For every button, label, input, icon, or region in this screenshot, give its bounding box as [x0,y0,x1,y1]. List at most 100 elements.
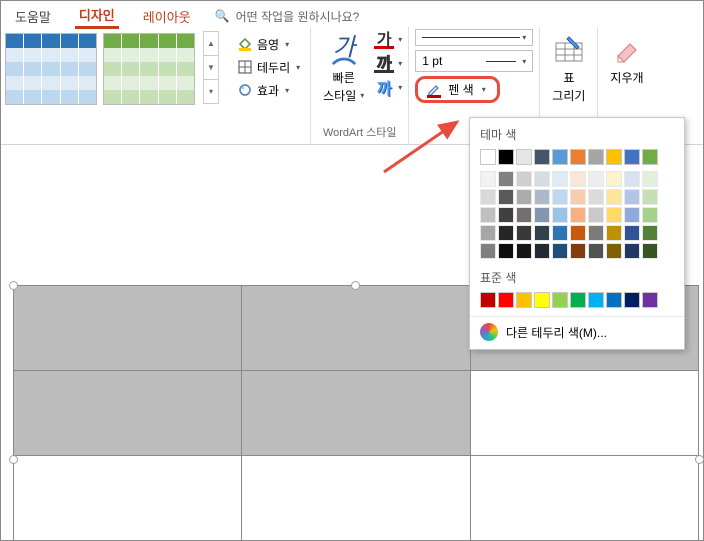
color-swatch[interactable] [516,207,532,223]
color-swatch[interactable] [534,149,550,165]
color-swatch[interactable] [624,225,640,241]
group-label-wordart: WordArt 스타일 [317,122,402,142]
border-button[interactable]: 테두리 ▾ [233,57,304,78]
gallery-more[interactable]: ▾ [203,79,219,104]
draw-table-button[interactable]: 표 그리기 [546,29,591,104]
gallery-down[interactable]: ▼ [203,55,219,80]
color-swatch[interactable] [552,171,568,187]
color-swatch[interactable] [588,189,604,205]
color-swatch[interactable] [624,292,640,308]
color-swatch[interactable] [552,243,568,259]
color-swatch[interactable] [480,207,496,223]
shading-button[interactable]: 음영 ▾ [233,34,304,55]
pen-style-select[interactable]: ▾ [415,29,533,46]
selection-handle[interactable] [351,281,360,290]
color-swatch[interactable] [642,243,658,259]
color-swatch[interactable] [552,207,568,223]
bucket-icon [237,36,253,52]
text-outline-icon: 까 [374,53,394,73]
table-style-thumb-2[interactable] [103,33,195,105]
eraser-button[interactable]: 지우개 [604,29,649,87]
color-swatch[interactable] [606,243,622,259]
color-swatch[interactable] [642,149,658,165]
more-colors-button[interactable]: 다른 테두리 색(M)... [470,316,684,345]
color-swatch[interactable] [606,225,622,241]
color-swatch[interactable] [480,225,496,241]
color-swatch[interactable] [480,243,496,259]
color-swatch[interactable] [588,225,604,241]
color-swatch[interactable] [480,149,496,165]
pen-color-button[interactable]: 펜 색 ▾ [415,76,500,103]
color-swatch[interactable] [642,171,658,187]
color-swatch[interactable] [516,171,532,187]
selection-handle[interactable] [9,455,18,464]
color-swatch[interactable] [516,292,532,308]
color-swatch[interactable] [498,171,514,187]
color-swatch[interactable] [624,243,640,259]
color-swatch[interactable] [642,189,658,205]
pen-weight-select[interactable]: 1 pt ▾ [415,50,533,72]
color-swatch[interactable] [624,171,640,187]
color-swatch[interactable] [642,225,658,241]
color-swatch[interactable] [588,243,604,259]
color-swatch[interactable] [570,149,586,165]
color-swatch[interactable] [570,207,586,223]
color-swatch[interactable] [516,149,532,165]
color-swatch[interactable] [498,189,514,205]
color-swatch[interactable] [606,189,622,205]
color-swatch[interactable] [588,292,604,308]
color-swatch[interactable] [606,149,622,165]
color-swatch[interactable] [606,171,622,187]
color-swatch[interactable] [570,189,586,205]
color-swatch[interactable] [552,225,568,241]
color-swatch[interactable] [498,243,514,259]
color-swatch[interactable] [588,149,604,165]
selection-handle[interactable] [9,281,18,290]
color-swatch[interactable] [534,292,550,308]
color-swatch[interactable] [570,243,586,259]
color-swatch[interactable] [516,189,532,205]
color-swatch[interactable] [624,207,640,223]
text-effects-button[interactable]: 까 ▾ [374,77,402,97]
color-swatch[interactable] [498,225,514,241]
text-outline-button[interactable]: 까 ▾ [374,53,402,73]
tab-layout[interactable]: 레이아웃 [139,5,195,28]
color-swatch[interactable] [534,207,550,223]
color-swatch[interactable] [498,149,514,165]
color-swatch[interactable] [480,171,496,187]
color-swatch[interactable] [606,207,622,223]
color-swatch[interactable] [588,207,604,223]
color-swatch[interactable] [480,292,496,308]
color-swatch[interactable] [624,189,640,205]
color-swatch[interactable] [534,243,550,259]
theme-colors-label: 테마 색 [470,124,684,149]
gallery-up[interactable]: ▲ [203,31,219,56]
color-swatch[interactable] [552,189,568,205]
quick-styles-button[interactable]: 가 빠른 스타일 ▾ [317,29,370,104]
color-swatch[interactable] [570,292,586,308]
tell-me-search[interactable]: 🔍 어떤 작업을 원하시나요? [215,8,360,25]
tab-design[interactable]: 디자인 [75,3,119,29]
color-swatch[interactable] [606,292,622,308]
color-swatch[interactable] [642,207,658,223]
color-swatch[interactable] [588,171,604,187]
color-swatch[interactable] [642,292,658,308]
tab-help[interactable]: 도움말 [11,5,55,28]
color-swatch[interactable] [498,207,514,223]
color-swatch[interactable] [570,225,586,241]
color-swatch[interactable] [498,292,514,308]
selection-handle[interactable] [695,455,704,464]
color-swatch[interactable] [624,149,640,165]
color-swatch[interactable] [552,292,568,308]
color-swatch[interactable] [552,149,568,165]
color-swatch[interactable] [534,189,550,205]
color-swatch[interactable] [516,243,532,259]
table-style-thumb-1[interactable] [5,33,97,105]
color-swatch[interactable] [570,171,586,187]
color-swatch[interactable] [534,171,550,187]
effects-button[interactable]: 효과 ▾ [233,80,304,101]
color-swatch[interactable] [480,189,496,205]
color-swatch[interactable] [534,225,550,241]
text-fill-button[interactable]: 가 ▾ [374,29,402,49]
color-swatch[interactable] [516,225,532,241]
